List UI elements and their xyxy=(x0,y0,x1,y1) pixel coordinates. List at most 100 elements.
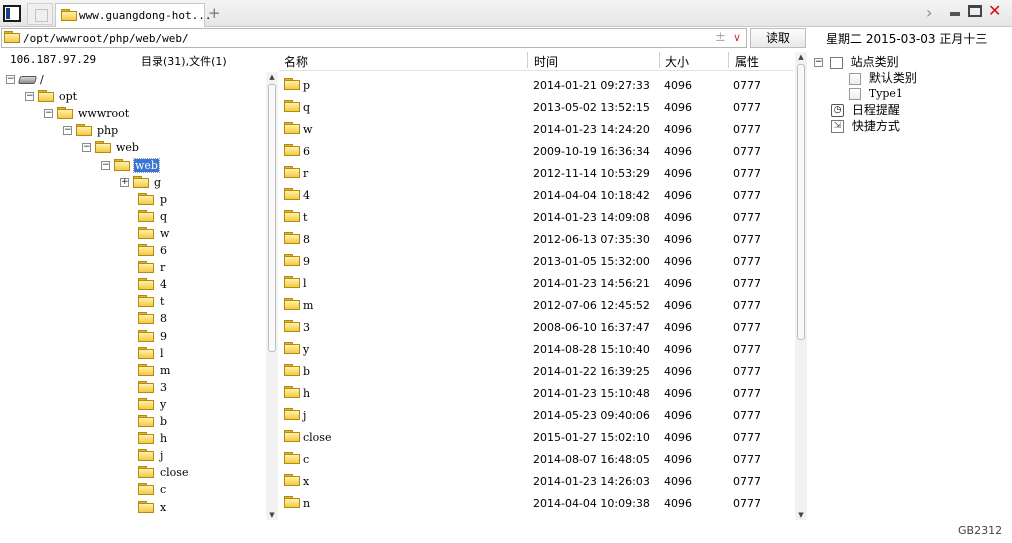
table-row[interactable]: 9 2013-01-05 15:32:00 4096 0777 xyxy=(279,250,793,272)
path-input[interactable]: /opt/wwwroot/php/web/web/ ± ∨ xyxy=(1,28,747,48)
tree-node[interactable]: 3 xyxy=(0,380,266,397)
table-row[interactable]: y 2014-08-28 15:10:40 4096 0777 xyxy=(279,338,793,360)
collapse-icon[interactable]: − xyxy=(25,92,34,102)
column-divider[interactable] xyxy=(728,52,729,68)
tree-node[interactable]: m xyxy=(0,363,266,380)
table-row[interactable]: 8 2012-06-13 07:35:30 4096 0777 xyxy=(279,228,793,250)
scroll-thumb[interactable] xyxy=(797,64,805,340)
tree-node[interactable]: − wwwroot xyxy=(0,106,266,123)
tree-node[interactable]: close xyxy=(0,465,266,482)
table-row[interactable]: p 2014-01-21 09:27:33 4096 0777 xyxy=(279,74,793,96)
tree-node[interactable]: − web xyxy=(0,157,266,175)
collapse-icon[interactable]: − xyxy=(44,109,53,119)
tree-node[interactable]: 6 xyxy=(0,243,266,260)
table-row[interactable]: r 2012-11-14 10:53:29 4096 0777 xyxy=(279,162,793,184)
list-scrollbar[interactable]: ▲ ▼ xyxy=(795,52,807,520)
table-row[interactable]: n 2014-04-04 10:09:38 4096 0777 xyxy=(279,492,793,514)
minimize-icon[interactable] xyxy=(950,12,960,16)
file-time: 2014-01-23 14:24:20 xyxy=(533,123,650,136)
table-row[interactable]: b 2014-01-22 16:39:25 4096 0777 xyxy=(279,360,793,382)
maximize-icon[interactable] xyxy=(968,5,982,17)
schedule-node[interactable]: ◷ 日程提醒 xyxy=(831,101,900,118)
column-name[interactable]: 名称 xyxy=(284,53,308,70)
table-row[interactable]: q 2013-05-02 13:52:15 4096 0777 xyxy=(279,96,793,118)
table-row[interactable]: l 2014-01-23 14:56:21 4096 0777 xyxy=(279,272,793,294)
column-divider[interactable] xyxy=(659,52,660,68)
checkbox-icon[interactable] xyxy=(849,87,861,100)
close-icon[interactable]: ✕ xyxy=(988,1,1001,20)
table-row[interactable]: m 2012-07-06 12:45:52 4096 0777 xyxy=(279,294,793,316)
tree-node[interactable]: − / xyxy=(0,72,266,89)
file-name: r xyxy=(303,167,309,180)
scroll-up-icon[interactable]: ▲ xyxy=(795,52,807,62)
collapse-icon[interactable]: − xyxy=(82,143,91,153)
expand-icon[interactable]: + xyxy=(120,177,129,187)
tree-node[interactable]: y xyxy=(0,397,266,414)
collapse-icon[interactable]: − xyxy=(101,160,110,170)
plus-minus-icon[interactable]: ± xyxy=(715,30,726,45)
table-row[interactable]: j 2014-05-23 09:40:06 4096 0777 xyxy=(279,404,793,426)
tree-node[interactable]: q xyxy=(0,209,266,226)
file-size: 4096 xyxy=(664,211,692,224)
read-button[interactable]: 读取 xyxy=(750,28,806,48)
collapse-icon[interactable]: − xyxy=(63,126,72,136)
scroll-thumb[interactable] xyxy=(268,84,276,352)
tree-node[interactable]: l xyxy=(0,346,266,363)
file-name: h xyxy=(303,387,311,400)
scroll-up-icon[interactable]: ▲ xyxy=(266,72,278,82)
path-text: /opt/wwwroot/php/web/web/ xyxy=(23,32,189,45)
tree-node[interactable]: + g xyxy=(0,175,266,192)
new-tab-icon[interactable]: + xyxy=(208,4,221,22)
file-time: 2014-05-23 09:40:06 xyxy=(533,409,650,422)
app-icon[interactable] xyxy=(3,5,21,22)
tree-node[interactable]: − opt xyxy=(0,89,266,106)
collapse-icon[interactable]: − xyxy=(6,75,15,84)
default-category-node[interactable]: 默认类别 xyxy=(849,69,917,86)
checkbox-icon[interactable] xyxy=(849,72,861,85)
column-attr[interactable]: 属性 xyxy=(735,53,759,70)
collapse-icon[interactable]: − xyxy=(814,58,823,67)
tab-active[interactable]: www.guangdong-hot... xyxy=(55,3,211,27)
blank-tab[interactable] xyxy=(27,3,53,25)
shortcuts-node[interactable]: ⇲ 快捷方式 xyxy=(831,117,900,134)
table-row[interactable]: x 2014-01-23 14:26:03 4096 0777 xyxy=(279,470,793,492)
table-row[interactable]: 3 2008-06-10 16:37:47 4096 0777 xyxy=(279,316,793,338)
tree-node[interactable]: p xyxy=(0,192,266,209)
tree-node[interactable]: 4 xyxy=(0,277,266,294)
table-row[interactable]: w 2014-01-23 14:24:20 4096 0777 xyxy=(279,118,793,140)
scroll-down-icon[interactable]: ▼ xyxy=(266,510,278,520)
folder-icon xyxy=(138,209,154,222)
column-size[interactable]: 大小 xyxy=(665,53,689,70)
table-row[interactable]: close 2015-01-27 15:02:10 4096 0777 xyxy=(279,426,793,448)
table-row[interactable]: t 2014-01-23 14:09:08 4096 0777 xyxy=(279,206,793,228)
scroll-down-icon[interactable]: ▼ xyxy=(795,510,807,520)
table-row[interactable]: h 2014-01-23 15:10:48 4096 0777 xyxy=(279,382,793,404)
tree-node[interactable]: − php xyxy=(0,123,266,140)
tree-scrollbar[interactable]: ▲ ▼ xyxy=(266,72,278,520)
table-row[interactable]: 6 2009-10-19 16:36:34 4096 0777 xyxy=(279,140,793,162)
tree-node-label: 8 xyxy=(160,312,167,326)
file-attr: 0777 xyxy=(733,365,761,378)
tree-node[interactable]: t xyxy=(0,294,266,311)
tree-node[interactable]: 9 xyxy=(0,329,266,346)
table-row[interactable]: c 2014-08-07 16:48:05 4096 0777 xyxy=(279,448,793,470)
tree-node[interactable]: 8 xyxy=(0,311,266,328)
type1-node[interactable]: Type1 xyxy=(849,86,903,100)
file-attr: 0777 xyxy=(733,101,761,114)
tree-node[interactable]: b xyxy=(0,414,266,431)
tree-node[interactable]: h xyxy=(0,431,266,448)
tree-node[interactable]: x xyxy=(0,500,266,517)
column-time[interactable]: 时间 xyxy=(534,53,558,70)
chevron-down-icon[interactable]: ∨ xyxy=(733,31,741,44)
site-category-node[interactable]: − 站点类别 xyxy=(814,53,899,70)
chevron-right-icon[interactable]: › xyxy=(926,3,932,22)
tree-node[interactable]: c xyxy=(0,482,266,499)
tree-node[interactable]: w xyxy=(0,226,266,243)
tree-node[interactable]: r xyxy=(0,260,266,277)
table-row[interactable]: 4 2014-04-04 10:18:42 4096 0777 xyxy=(279,184,793,206)
folder-icon xyxy=(284,320,300,332)
tree-node[interactable]: − web xyxy=(0,140,266,157)
column-divider[interactable] xyxy=(527,52,528,68)
tree-node[interactable]: j xyxy=(0,448,266,465)
file-size: 4096 xyxy=(664,145,692,158)
